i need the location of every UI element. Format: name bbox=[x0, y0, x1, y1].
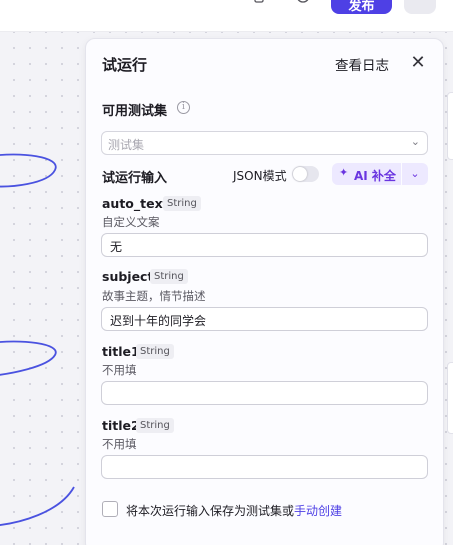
publish-button[interactable]: 发布 bbox=[331, 0, 392, 14]
ai-complete-button[interactable]: ✦ AI 补全 bbox=[332, 163, 401, 185]
manual-create-link[interactable]: 手动创建 bbox=[294, 504, 342, 518]
subject-input[interactable]: 迟到十年的同学会 bbox=[101, 307, 428, 331]
field-name: title1 bbox=[102, 344, 140, 359]
type-badge: String bbox=[150, 269, 188, 284]
field-description: 不用填 bbox=[102, 363, 137, 377]
input-value: 无 bbox=[110, 240, 123, 254]
sparkle-icon: ✦ bbox=[339, 166, 349, 179]
ai-dropdown-button[interactable]: ⌄ bbox=[402, 163, 428, 185]
info-icon[interactable]: i bbox=[177, 101, 190, 114]
chevron-down-icon: ⌄ bbox=[410, 167, 420, 180]
save-testset-text: 将本次运行输入保存为测试集或手动创建 bbox=[126, 502, 342, 519]
copy-icon[interactable] bbox=[250, 0, 268, 12]
chevron-down-icon: ⌄ bbox=[410, 135, 420, 148]
canvas-node[interactable] bbox=[447, 92, 453, 160]
view-logs-link[interactable]: 查看日志 bbox=[335, 54, 389, 74]
testset-label: 可用测试集 bbox=[102, 104, 168, 119]
top-toolbar: 发布 bbox=[0, 0, 453, 32]
close-icon[interactable]: ✕ bbox=[408, 53, 428, 73]
title2-input[interactable] bbox=[101, 455, 428, 479]
run-input-label: 试运行输入 bbox=[102, 171, 168, 186]
input-value: 迟到十年的同学会 bbox=[110, 314, 207, 328]
testset-placeholder: 测试集 bbox=[108, 138, 145, 152]
save-testset-label: 将本次运行输入保存为测试集或 bbox=[126, 504, 295, 518]
save-testset-checkbox[interactable] bbox=[102, 501, 118, 517]
type-badge: String bbox=[136, 418, 174, 433]
json-mode-toggle[interactable] bbox=[292, 166, 319, 182]
clock-icon[interactable] bbox=[294, 0, 312, 12]
testset-select[interactable]: 测试集 ⌄ bbox=[101, 131, 428, 155]
field-description: 故事主题，情节描述 bbox=[102, 289, 206, 303]
panel-title: 试运行 bbox=[102, 56, 148, 74]
field-name: subject bbox=[102, 269, 154, 284]
ai-complete-label: AI 补全 bbox=[354, 169, 396, 183]
field-description: 自定义文案 bbox=[102, 215, 160, 229]
field-description: 不用填 bbox=[102, 437, 137, 451]
canvas-node[interactable] bbox=[447, 362, 453, 434]
json-mode-label: JSON模式 bbox=[233, 169, 287, 183]
more-button[interactable] bbox=[404, 0, 436, 14]
field-name: auto_text bbox=[102, 196, 169, 211]
type-badge: String bbox=[163, 196, 201, 211]
field-name: title2 bbox=[102, 418, 140, 433]
auto-text-input[interactable]: 无 bbox=[101, 233, 428, 257]
test-run-panel: 试运行 查看日志 ✕ 可用测试集 i 测试集 ⌄ 试运行输入 JSON模式 ✦ … bbox=[85, 38, 444, 545]
type-badge: String bbox=[136, 344, 174, 359]
title1-input[interactable] bbox=[101, 381, 428, 405]
toggle-knob bbox=[293, 167, 307, 181]
